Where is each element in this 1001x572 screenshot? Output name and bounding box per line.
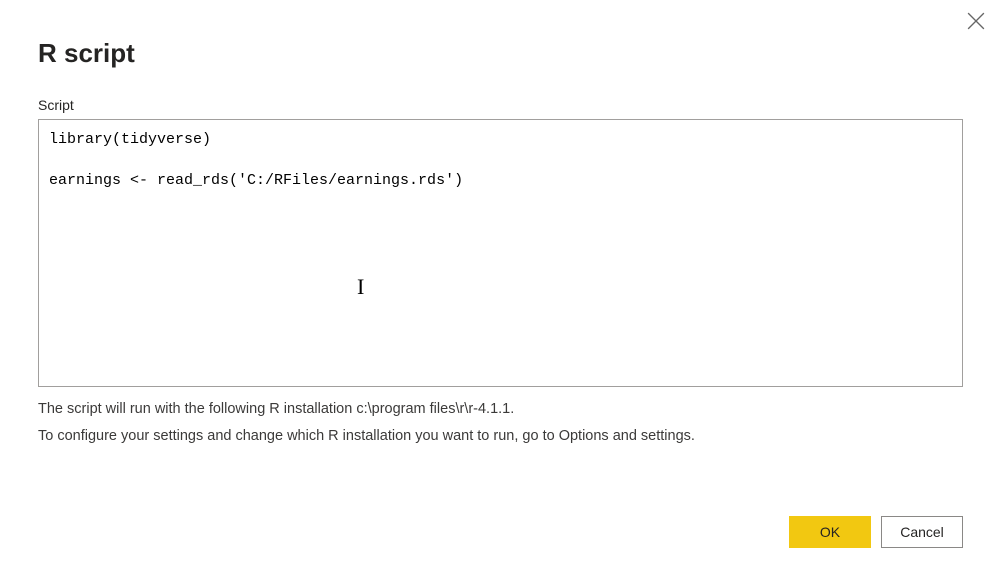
script-label: Script (38, 97, 963, 113)
close-icon[interactable] (967, 12, 985, 30)
script-textarea-wrap: I (38, 119, 963, 387)
script-textarea[interactable] (39, 120, 962, 386)
dialog-button-row: OK Cancel (789, 516, 963, 548)
r-script-dialog: R script Script I The script will run wi… (0, 0, 1001, 572)
info-line-1: The script will run with the following R… (38, 397, 963, 422)
dialog-title: R script (38, 38, 963, 69)
info-line-2: To configure your settings and change wh… (38, 424, 963, 449)
ok-button[interactable]: OK (789, 516, 871, 548)
cancel-button[interactable]: Cancel (881, 516, 963, 548)
